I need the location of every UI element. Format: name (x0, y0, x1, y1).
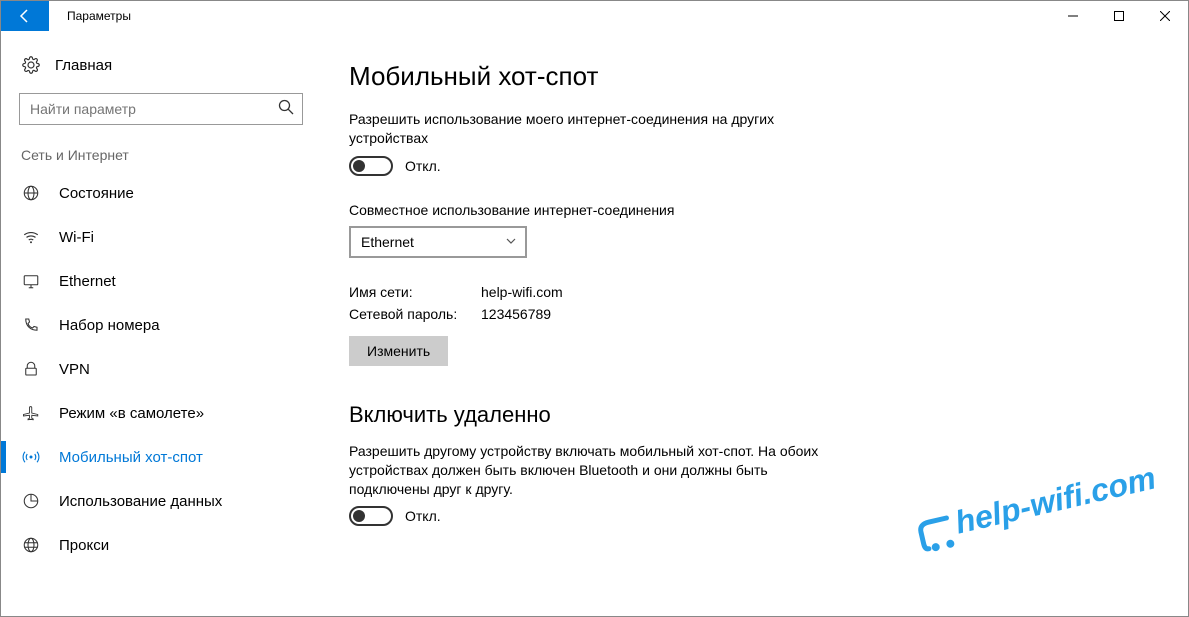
connection-label: Совместное использование интернет-соедин… (349, 202, 1188, 218)
sidebar-item-label: Wi-Fi (59, 229, 94, 246)
share-toggle-label: Откл. (405, 158, 441, 174)
close-button[interactable] (1142, 1, 1188, 31)
net-name-value: help-wifi.com (481, 284, 563, 300)
sidebar-home[interactable]: Главная (1, 45, 321, 85)
sidebar-item-status[interactable]: Состояние (1, 171, 321, 215)
sidebar-item-label: Состояние (59, 185, 134, 202)
remote-heading: Включить удаленно (349, 402, 1188, 428)
search-input[interactable] (30, 101, 278, 117)
phone-icon (21, 315, 41, 335)
share-description: Разрешить использование моего интернет-с… (349, 110, 829, 148)
remote-toggle-label: Откл. (405, 508, 441, 524)
data-usage-icon (21, 491, 41, 511)
sidebar-item-vpn[interactable]: VPN (1, 347, 321, 391)
sidebar-item-label: VPN (59, 361, 90, 378)
wifi-icon (21, 227, 41, 247)
main-panel: Мобильный хот-спот Разрешить использован… (321, 31, 1188, 616)
back-button[interactable] (1, 1, 49, 31)
connection-combo[interactable]: Ethernet (349, 226, 527, 258)
titlebar: Параметры (1, 1, 1188, 31)
sidebar-home-label: Главная (55, 57, 112, 74)
vpn-icon (21, 359, 41, 379)
sidebar-item-dialup[interactable]: Набор номера (1, 303, 321, 347)
sidebar-item-label: Использование данных (59, 493, 222, 510)
sidebar-item-wifi[interactable]: Wi-Fi (1, 215, 321, 259)
minimize-button[interactable] (1050, 1, 1096, 31)
page-title: Мобильный хот-спот (349, 61, 1188, 92)
connection-value: Ethernet (361, 234, 414, 250)
sidebar-item-label: Режим «в самолете» (59, 405, 204, 422)
share-toggle[interactable] (349, 156, 393, 176)
net-pass-label: Сетевой пароль: (349, 306, 481, 322)
sidebar-item-ethernet[interactable]: Ethernet (1, 259, 321, 303)
sidebar-item-hotspot[interactable]: Мобильный хот-спот (1, 435, 321, 479)
sidebar: Главная Сеть и Интернет Состояние Wi-Fi (1, 31, 321, 616)
sidebar-item-proxy[interactable]: Прокси (1, 523, 321, 567)
globe-icon (21, 183, 41, 203)
ethernet-icon (21, 271, 41, 291)
svg-text:help-wifi.com: help-wifi.com (952, 459, 1159, 540)
remote-description: Разрешить другому устройству включать мо… (349, 442, 829, 499)
sidebar-item-label: Ethernet (59, 273, 116, 290)
sidebar-group-title: Сеть и Интернет (1, 125, 321, 171)
sidebar-item-label: Набор номера (59, 317, 160, 334)
sidebar-item-airplane[interactable]: Режим «в самолете» (1, 391, 321, 435)
search-icon (278, 99, 294, 120)
chevron-down-icon (505, 234, 517, 250)
hotspot-icon (21, 447, 41, 467)
net-pass-value: 123456789 (481, 306, 551, 322)
remote-toggle[interactable] (349, 506, 393, 526)
proxy-icon (21, 535, 41, 555)
maximize-button[interactable] (1096, 1, 1142, 31)
sidebar-item-label: Прокси (59, 537, 109, 554)
sidebar-item-data-usage[interactable]: Использование данных (1, 479, 321, 523)
window-title: Параметры (49, 1, 131, 31)
edit-button[interactable]: Изменить (349, 336, 448, 366)
search-input-wrap[interactable] (19, 93, 303, 125)
net-name-label: Имя сети: (349, 284, 481, 300)
airplane-icon (21, 403, 41, 423)
sidebar-item-label: Мобильный хот-спот (59, 449, 203, 466)
gear-icon (21, 55, 41, 75)
